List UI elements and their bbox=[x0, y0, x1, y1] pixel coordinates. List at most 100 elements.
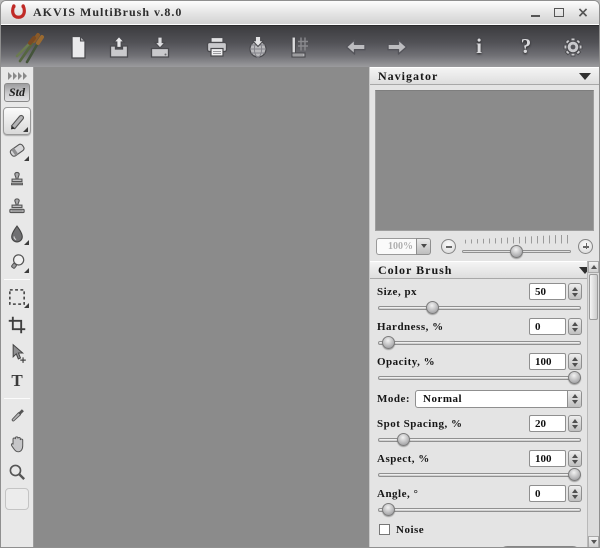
crop-icon bbox=[8, 316, 26, 334]
param-spot-spacing: Spot Spacing, % 20 bbox=[377, 414, 582, 446]
scrollbar-track[interactable] bbox=[588, 273, 599, 536]
zoom-slider-thumb[interactable] bbox=[510, 244, 523, 258]
zoom-in-button[interactable] bbox=[578, 238, 593, 254]
color-brush-title: Color Brush bbox=[378, 262, 453, 277]
spot-spacing-input[interactable]: 20 bbox=[529, 415, 566, 432]
color-brush-tool[interactable] bbox=[3, 107, 31, 135]
scrollbar-thumb[interactable] bbox=[589, 274, 598, 320]
opacity-slider[interactable] bbox=[378, 371, 581, 384]
aspect-label: Aspect, % bbox=[377, 452, 430, 465]
aspect-input[interactable]: 100 bbox=[529, 450, 566, 467]
noise-row: Noise bbox=[377, 522, 582, 537]
batch-resize-button[interactable] bbox=[283, 31, 315, 63]
save-image-icon bbox=[150, 35, 170, 58]
open-image-button[interactable] bbox=[103, 31, 135, 63]
undo-button[interactable] bbox=[340, 31, 372, 63]
chameleon-stamp-tool[interactable] bbox=[3, 193, 31, 219]
hardness-slider-thumb[interactable] bbox=[381, 336, 395, 349]
mode-spinner[interactable] bbox=[567, 391, 581, 407]
aspect-spinner[interactable] bbox=[568, 450, 582, 467]
tool-extra-slot[interactable] bbox=[5, 488, 29, 510]
clone-stamp-tool[interactable] bbox=[3, 165, 31, 191]
info-button[interactable]: i bbox=[463, 31, 495, 63]
zoom-value-field[interactable]: 100% bbox=[376, 237, 416, 255]
zoom-dropdown-button[interactable] bbox=[416, 237, 431, 255]
aspect-slider-thumb[interactable] bbox=[568, 468, 581, 481]
hand-tool[interactable] bbox=[3, 431, 31, 457]
spot-spacing-slider[interactable] bbox=[378, 433, 581, 446]
chevron-down-icon bbox=[420, 244, 427, 248]
maximize-button[interactable] bbox=[552, 6, 566, 20]
spot-spacing-spinner[interactable] bbox=[568, 415, 582, 432]
hardness-spinner[interactable] bbox=[568, 318, 582, 335]
hardness-input[interactable]: 0 bbox=[529, 318, 566, 335]
publish-web-button[interactable] bbox=[242, 31, 274, 63]
param-aspect: Aspect, % 100 bbox=[377, 449, 582, 481]
save-image-button[interactable] bbox=[144, 31, 176, 63]
eraser-tool[interactable] bbox=[3, 137, 31, 163]
opacity-slider-thumb[interactable] bbox=[568, 371, 581, 384]
sidebar-divider bbox=[4, 398, 30, 399]
minimize-button[interactable] bbox=[528, 6, 542, 20]
preferences-button[interactable] bbox=[557, 31, 589, 63]
collapse-icon bbox=[579, 72, 591, 80]
spot-spacing-slider-thumb[interactable] bbox=[397, 433, 410, 446]
crop-tool[interactable] bbox=[3, 312, 31, 338]
angle-spinner[interactable] bbox=[568, 485, 582, 502]
color-brush-header[interactable]: Color Brush bbox=[370, 261, 599, 279]
spin-up-icon bbox=[572, 488, 578, 493]
move-tool[interactable] bbox=[3, 340, 31, 366]
spin-up-icon bbox=[572, 286, 578, 291]
expand-toolbar-button[interactable] bbox=[7, 72, 27, 80]
chevron-right-icon bbox=[22, 72, 27, 80]
scroll-up-button[interactable] bbox=[588, 261, 599, 273]
chameleon-brush-tool[interactable] bbox=[3, 249, 31, 275]
zoom-tool[interactable] bbox=[3, 459, 31, 485]
angle-slider[interactable] bbox=[378, 503, 581, 516]
size-slider[interactable] bbox=[378, 301, 581, 314]
image-canvas[interactable] bbox=[34, 67, 370, 547]
eyedropper-tool[interactable] bbox=[3, 403, 31, 429]
main-toolbar: i ? bbox=[1, 25, 599, 67]
new-image-button[interactable] bbox=[62, 31, 94, 63]
zoom-controls: 100% bbox=[370, 234, 599, 261]
mode-row: Mode: Normal bbox=[377, 390, 582, 408]
close-button[interactable]: × bbox=[576, 6, 590, 20]
angle-input[interactable]: 0 bbox=[529, 485, 566, 502]
print-button[interactable] bbox=[201, 31, 233, 63]
text-tool[interactable]: T bbox=[3, 368, 31, 394]
navigator-preview[interactable] bbox=[375, 90, 594, 231]
publish-web-icon bbox=[249, 35, 267, 58]
eraser-icon bbox=[9, 143, 25, 157]
redo-button[interactable] bbox=[381, 31, 413, 63]
hardness-slider[interactable] bbox=[378, 336, 581, 349]
angle-slider-thumb[interactable] bbox=[381, 503, 395, 516]
aspect-slider[interactable] bbox=[378, 468, 581, 481]
zoom-out-button[interactable] bbox=[441, 238, 456, 254]
param-angle: Angle, ° 0 bbox=[377, 484, 582, 516]
right-panel: Navigator 100% Color Brush Size, px 50 H… bbox=[370, 67, 599, 547]
scroll-down-button[interactable] bbox=[588, 536, 599, 547]
brushes-logo-icon bbox=[11, 31, 53, 63]
opacity-input[interactable]: 100 bbox=[529, 353, 566, 370]
selection-tool[interactable] bbox=[3, 284, 31, 310]
stamp-icon bbox=[11, 171, 23, 186]
noise-checkbox[interactable] bbox=[379, 524, 390, 535]
size-slider-thumb[interactable] bbox=[425, 301, 439, 314]
spin-down-icon bbox=[572, 494, 578, 499]
size-input[interactable]: 50 bbox=[529, 283, 566, 300]
selection-icon bbox=[9, 289, 25, 305]
mode-select[interactable]: Normal bbox=[415, 390, 582, 408]
size-spinner[interactable] bbox=[568, 283, 582, 300]
preset-std-button[interactable]: Std bbox=[4, 83, 30, 102]
opacity-spinner[interactable] bbox=[568, 353, 582, 370]
size-label: Size, px bbox=[377, 285, 418, 298]
help-button[interactable]: ? bbox=[510, 31, 542, 63]
navigator-header[interactable]: Navigator bbox=[370, 67, 599, 85]
navigator-title: Navigator bbox=[378, 68, 439, 83]
blur-tool[interactable] bbox=[3, 221, 31, 247]
window-title: AKVIS MultiBrush v.8.0 bbox=[33, 5, 183, 19]
spin-down-icon bbox=[572, 459, 578, 464]
zoom-slider[interactable] bbox=[462, 244, 571, 258]
settings-scrollbar[interactable] bbox=[587, 261, 599, 547]
